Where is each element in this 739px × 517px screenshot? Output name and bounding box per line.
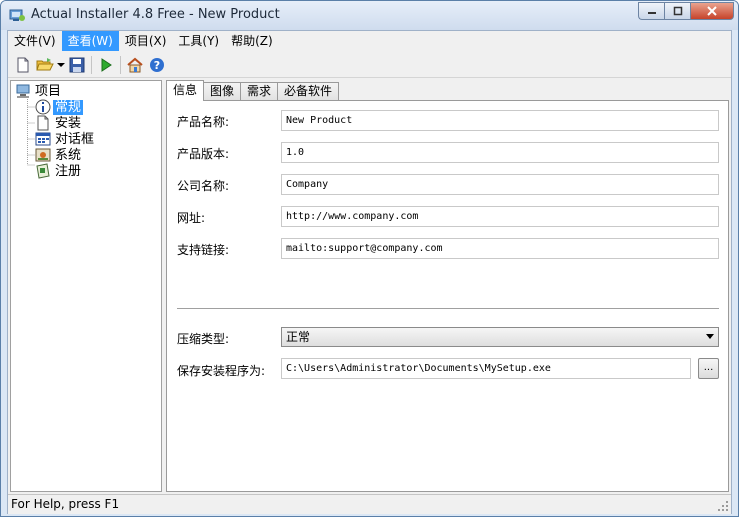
open-button[interactable] — [34, 54, 56, 76]
menu-tools[interactable]: 工具(Y) — [172, 31, 225, 51]
save-as-label: 保存安装程序为: — [177, 364, 266, 378]
tree-item-label: 对话框 — [55, 131, 95, 147]
tree-item-label: 常规 — [53, 99, 84, 115]
save-as-input[interactable]: C:\Users\Administrator\Documents\MySetup… — [281, 358, 691, 379]
tree-root-label: 项目 — [35, 83, 62, 99]
registry-icon — [36, 163, 50, 179]
menu-project[interactable]: 项目(X) — [119, 31, 173, 51]
tree-item-dialogs[interactable]: 对话框 — [35, 131, 96, 147]
project-tree[interactable]: 项目 常规 安装 对话框 系统 注册 — [10, 80, 162, 492]
tab-requirements[interactable]: 需求 — [240, 82, 279, 100]
compression-value: 正常 — [286, 330, 311, 344]
resize-grip-icon[interactable] — [717, 500, 729, 512]
open-dropdown-button[interactable] — [56, 54, 66, 76]
status-bar: For Help, press F1 — [8, 494, 731, 514]
minimize-icon — [647, 12, 656, 14]
menu-file[interactable]: 文件(V) — [8, 31, 62, 51]
tree-item-system[interactable]: 系统 — [35, 147, 83, 163]
status-text: For Help, press F1 — [11, 497, 120, 511]
menu-help[interactable]: 帮助(Z) — [225, 31, 279, 51]
installer-app-icon — [9, 9, 25, 21]
tree-item-label: 注册 — [55, 163, 82, 179]
support-link-label: 支持链接: — [177, 243, 230, 257]
dropdown-arrow-icon — [57, 62, 65, 67]
website-input[interactable]: http://www.company.com — [281, 206, 719, 227]
tree-item-install[interactable]: 安装 — [35, 115, 83, 131]
document-icon — [37, 115, 49, 131]
maximize-icon — [673, 6, 682, 16]
compression-select[interactable]: 正常 — [281, 327, 719, 347]
tab-page-info: 产品名称: New Product 产品版本: 1.0 公司名称: Compan… — [166, 100, 729, 492]
tab-strip: 信息 图像 需求 必备软件 — [166, 80, 340, 101]
menu-view[interactable]: 查看(W) — [61, 31, 119, 51]
chevron-down-icon — [706, 334, 714, 339]
company-name-label: 公司名称: — [177, 179, 230, 193]
properties-panel: 信息 图像 需求 必备软件 产品名称: New Product 产品版本: 1.… — [166, 80, 729, 492]
tab-prerequisites[interactable]: 必备软件 — [277, 82, 340, 100]
tree-item-registry[interactable]: 注册 — [35, 163, 83, 179]
product-name-input[interactable]: New Product — [281, 110, 719, 131]
menu-bar: 文件(V) 查看(W) 项目(X) 工具(Y) 帮助(Z) — [8, 31, 731, 51]
project-computer-icon — [16, 84, 30, 98]
client-area: 文件(V) 查看(W) 项目(X) 工具(Y) 帮助(Z) ? 项目 常规 安装… — [7, 30, 732, 514]
title-bar[interactable]: Actual Installer 4.8 Free - New Product — [1, 1, 738, 30]
open-folder-icon — [36, 57, 54, 70]
product-version-input[interactable]: 1.0 — [281, 142, 719, 163]
maximize-button[interactable] — [664, 2, 690, 20]
svg-text:?: ? — [154, 59, 160, 72]
system-icon — [35, 148, 51, 162]
dialog-icon — [35, 132, 51, 146]
toolbar-separator — [120, 55, 121, 74]
compression-label: 压缩类型: — [177, 332, 230, 346]
toolbar-separator — [91, 55, 92, 74]
home-button[interactable] — [124, 54, 146, 76]
company-name-input[interactable]: Company — [281, 174, 719, 195]
tab-images[interactable]: 图像 — [203, 82, 242, 100]
tree-item-general[interactable]: 常规 — [35, 99, 84, 115]
tree-root[interactable]: 项目 — [15, 83, 63, 99]
website-label: 网址: — [177, 211, 206, 225]
new-button[interactable] — [12, 54, 34, 76]
window-title: Actual Installer 4.8 Free - New Product — [31, 7, 280, 22]
minimize-button[interactable] — [638, 2, 664, 20]
product-name-label: 产品名称: — [177, 115, 230, 129]
help-icon: ? — [150, 57, 164, 72]
section-divider — [177, 308, 719, 310]
home-icon — [127, 57, 143, 72]
tab-info[interactable]: 信息 — [166, 80, 205, 101]
browse-button[interactable]: ... — [698, 358, 719, 379]
help-button[interactable]: ? — [146, 54, 168, 76]
run-build-icon — [101, 57, 112, 72]
save-icon — [69, 57, 85, 72]
tree-item-label: 系统 — [55, 147, 82, 163]
new-file-icon — [17, 57, 29, 72]
toolbar: ? — [8, 52, 731, 78]
app-window: Actual Installer 4.8 Free - New Product … — [0, 0, 739, 517]
tree-item-label: 安装 — [55, 115, 82, 131]
product-version-label: 产品版本: — [177, 147, 230, 161]
close-button[interactable] — [690, 2, 734, 20]
save-button[interactable] — [66, 54, 88, 76]
close-icon — [707, 6, 717, 16]
info-icon — [35, 99, 51, 115]
support-link-input[interactable]: mailto:support@company.com — [281, 238, 719, 259]
run-button[interactable] — [95, 54, 117, 76]
